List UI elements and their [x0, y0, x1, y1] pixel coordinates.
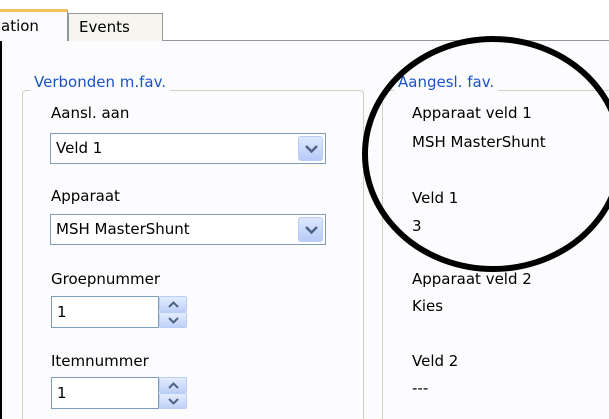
field2-label: Veld 2 [412, 352, 459, 370]
connected-fav-group-title: Verbonden m.fav. [30, 73, 171, 91]
arrow-up-icon[interactable] [159, 377, 187, 393]
group-number-value: 1 [57, 303, 67, 321]
group-number-label: Groepnummer [51, 270, 161, 288]
group-number-input[interactable]: 1 [51, 296, 159, 328]
field1-label: Veld 1 [412, 189, 459, 207]
arrow-down-icon[interactable] [159, 312, 187, 328]
connect-to-label: Aansl. aan [51, 104, 130, 122]
device-select[interactable]: MSH MasterShunt [50, 214, 326, 245]
tab-information[interactable]: ation [0, 9, 68, 41]
tab-events-label: Events [79, 18, 130, 36]
device-value: MSH MasterShunt [56, 220, 190, 238]
field2-value: --- [412, 379, 429, 397]
device-field2-label: Apparaat veld 2 [412, 270, 532, 288]
dialog-window: ation Events Verbonden m.fav. Aansl. aan… [0, 0, 609, 419]
device-field1-label: Apparaat veld 1 [412, 104, 532, 122]
item-number-value: 1 [57, 384, 67, 402]
tab-events[interactable]: Events [68, 13, 163, 41]
chevron-down-icon[interactable] [298, 136, 323, 161]
chevron-down-icon[interactable] [298, 217, 323, 242]
field1-value: 3 [412, 217, 422, 235]
device-field1-value: MSH MasterShunt [412, 133, 546, 151]
arrow-down-icon[interactable] [159, 393, 187, 409]
connect-to-value: Veld 1 [56, 139, 103, 157]
item-number-label: Itemnummer [51, 352, 149, 370]
device-field2-value: Kies [412, 297, 444, 315]
connect-to-select[interactable]: Veld 1 [50, 133, 326, 164]
arrow-up-icon[interactable] [159, 296, 187, 312]
item-number-input[interactable]: 1 [51, 377, 159, 409]
connected-favs-group-title: Aangesl. fav. [394, 73, 499, 91]
tab-information-label: ation [1, 17, 39, 35]
device-label: Apparaat [51, 187, 120, 205]
